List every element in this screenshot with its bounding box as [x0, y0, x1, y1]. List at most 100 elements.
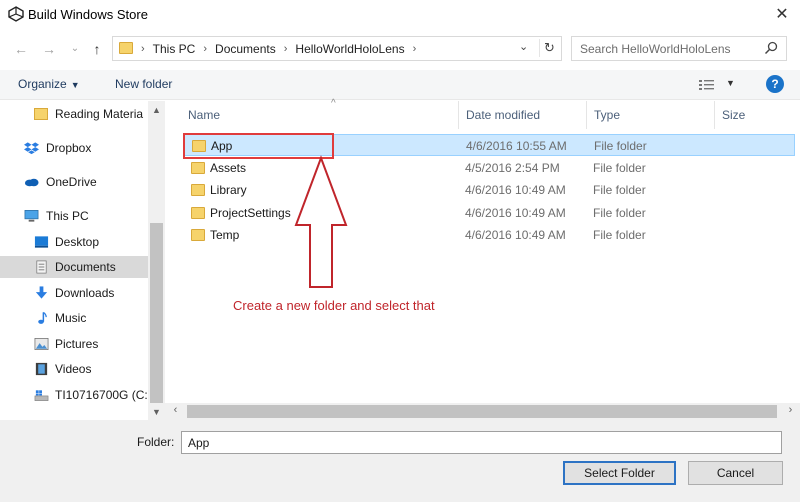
column-header-label: Type: [594, 108, 621, 122]
scroll-up-icon[interactable]: ▲: [148, 105, 165, 115]
scroll-left-icon[interactable]: ‹: [168, 404, 183, 416]
column-header-label: Name: [188, 108, 221, 122]
back-arrow-icon[interactable]: ←: [12, 39, 30, 59]
sidebar-item-label: Videos: [55, 362, 92, 376]
sidebar-item-onedrive[interactable]: OneDrive: [0, 171, 148, 193]
sidebar-item-label: TI10716700G (C:): [55, 388, 147, 402]
close-icon[interactable]: ✕: [770, 4, 794, 26]
downloads-icon: [35, 286, 48, 299]
new-folder-button[interactable]: New folder: [115, 77, 172, 91]
file-name: Temp: [210, 228, 240, 242]
horizontal-scrollbar[interactable]: ‹ ›: [165, 403, 800, 420]
folder-icon: [191, 207, 205, 219]
breadcrumb-separator-icon[interactable]: ›: [413, 43, 417, 55]
view-caret-icon: ▼: [726, 78, 735, 88]
drive-icon: [34, 390, 49, 401]
sidebar-item-pictures[interactable]: Pictures: [0, 333, 148, 355]
breadcrumb: › This PC › Documents › HelloWorldHoloLe…: [141, 42, 424, 56]
file-type: File folder: [594, 139, 647, 153]
file-date: 4/5/2016 2:54 PM: [465, 161, 560, 175]
horizontal-scrollbar-thumb[interactable]: [187, 405, 777, 418]
column-header-label: Size: [722, 108, 746, 122]
dialog-footer: Folder: Select Folder Cancel: [0, 420, 800, 502]
computer-icon: [24, 210, 39, 222]
forward-arrow-icon[interactable]: →: [40, 39, 58, 59]
navigation-pane: Reading Materia Dropbox OneDrive This PC…: [0, 101, 165, 421]
folder-icon: [34, 108, 48, 120]
sidebar-item-dropbox[interactable]: Dropbox: [0, 137, 148, 159]
address-dropdown-chevron-icon[interactable]: ⌄: [519, 40, 528, 53]
file-row[interactable]: Library 4/6/2016 10:49 AM File folder: [183, 179, 795, 201]
select-folder-button[interactable]: Select Folder: [563, 461, 676, 485]
sidebar-item-drive-c[interactable]: TI10716700G (C:): [0, 384, 148, 406]
sidebar-item-label: Desktop: [55, 235, 100, 249]
sidebar-item-label: Music: [55, 311, 87, 325]
sidebar-item-label: Pictures: [55, 337, 99, 351]
sidebar-item-label: Dropbox: [46, 141, 92, 155]
sidebar-item-documents[interactable]: Documents: [0, 256, 148, 278]
file-row[interactable]: Temp 4/6/2016 10:49 AM File folder: [183, 224, 795, 246]
breadcrumb-documents[interactable]: Documents: [215, 42, 276, 56]
search-box[interactable]: [571, 36, 787, 61]
sidebar-item-downloads[interactable]: Downloads: [0, 282, 148, 304]
folder-icon: [191, 162, 205, 174]
file-row[interactable]: Assets 4/5/2016 2:54 PM File folder: [183, 157, 795, 179]
file-name: ProjectSettings: [210, 206, 291, 220]
sidebar-item-label: This PC: [46, 209, 89, 223]
breadcrumb-helloworldholo[interactable]: HelloWorldHoloLens: [295, 42, 404, 56]
sidebar-item-desktop[interactable]: Desktop: [0, 231, 148, 253]
sidebar-item-this-pc[interactable]: This PC: [0, 205, 148, 227]
column-header-date[interactable]: Date modified: [459, 101, 587, 129]
navigation-bar: ← → ⌄ ↑ › This PC › Documents › HelloWor…: [0, 34, 800, 64]
file-type: File folder: [593, 206, 646, 220]
file-row[interactable]: ProjectSettings 4/6/2016 10:49 AM File f…: [183, 202, 795, 224]
pictures-icon: [34, 338, 49, 350]
scroll-down-icon[interactable]: ▼: [148, 407, 165, 417]
column-header-size[interactable]: Size: [715, 101, 800, 129]
documents-icon: [36, 260, 47, 274]
breadcrumb-separator-icon: ›: [141, 43, 145, 55]
sidebar-scrollbar[interactable]: ▲ ▼: [148, 101, 165, 421]
search-icon: [764, 41, 778, 55]
column-header-name[interactable]: Name ^: [181, 98, 459, 129]
view-options-button[interactable]: ▼: [698, 77, 738, 93]
file-date: 4/6/2016 10:55 AM: [466, 139, 567, 153]
file-type: File folder: [593, 161, 646, 175]
column-header-type[interactable]: Type: [587, 101, 715, 129]
annotation-text: Create a new folder and select that: [233, 298, 435, 313]
music-icon: [38, 311, 47, 324]
file-name: Library: [210, 183, 247, 197]
recent-locations-chevron-icon[interactable]: ⌄: [66, 39, 84, 59]
details-view-icon: [699, 80, 714, 90]
folder-name-input[interactable]: [181, 431, 782, 454]
up-arrow-icon[interactable]: ↑: [88, 39, 106, 59]
column-header-label: Date modified: [466, 108, 541, 122]
file-date: 4/6/2016 10:49 AM: [465, 183, 566, 197]
breadcrumb-separator-icon[interactable]: ›: [284, 43, 288, 55]
dropbox-icon: [24, 142, 39, 155]
sidebar-scrollbar-thumb[interactable]: [150, 223, 163, 403]
sidebar-item-reading-materia[interactable]: Reading Materia: [0, 103, 148, 125]
cancel-button[interactable]: Cancel: [688, 461, 783, 485]
annotation-arrow-icon: [294, 155, 348, 288]
scroll-right-icon[interactable]: ›: [783, 404, 798, 416]
search-input[interactable]: [580, 41, 760, 57]
refresh-icon[interactable]: ↻: [539, 39, 559, 57]
file-date: 4/6/2016 10:49 AM: [465, 206, 566, 220]
file-type: File folder: [593, 228, 646, 242]
sidebar-item-label: Downloads: [55, 286, 115, 300]
onedrive-icon: [24, 178, 39, 187]
sidebar-item-label: OneDrive: [46, 175, 97, 189]
sidebar-item-videos[interactable]: Videos: [0, 358, 148, 380]
sidebar-item-label: Reading Materia: [55, 107, 144, 121]
sidebar-item-music[interactable]: Music: [0, 307, 148, 329]
organize-button[interactable]: Organize ▼: [18, 77, 80, 91]
folder-icon: [191, 184, 205, 196]
help-icon[interactable]: ?: [766, 75, 784, 93]
organize-label: Organize: [18, 77, 67, 91]
breadcrumb-this-pc[interactable]: This PC: [153, 42, 196, 56]
breadcrumb-separator-icon[interactable]: ›: [203, 43, 207, 55]
address-bar[interactable]: › This PC › Documents › HelloWorldHoloLe…: [112, 36, 562, 61]
file-date: 4/6/2016 10:49 AM: [465, 228, 566, 242]
window-title: Build Windows Store: [28, 7, 148, 22]
